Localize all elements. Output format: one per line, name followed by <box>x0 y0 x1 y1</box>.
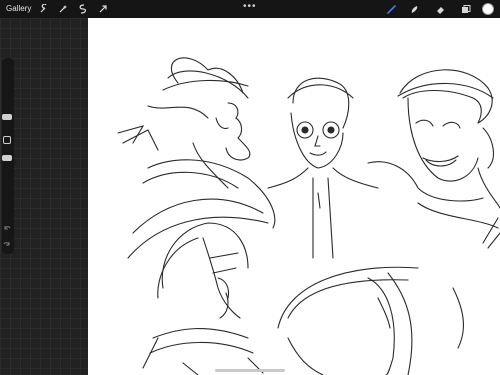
modify-button[interactable] <box>3 136 11 144</box>
opacity-slider[interactable] <box>2 155 12 161</box>
more-options-icon[interactable]: ••• <box>243 1 257 12</box>
eraser-icon[interactable] <box>434 3 446 15</box>
undo-icon[interactable] <box>3 224 11 232</box>
home-indicator <box>215 369 285 372</box>
top-toolbar: Gallery ••• <box>0 0 500 18</box>
drawing-canvas[interactable] <box>88 18 500 375</box>
layers-icon[interactable] <box>459 3 471 15</box>
gallery-button[interactable]: Gallery <box>6 4 31 13</box>
sidebar <box>0 18 88 375</box>
wrench-icon[interactable] <box>38 3 50 15</box>
color-picker-button[interactable] <box>482 3 494 15</box>
smudge-icon[interactable] <box>408 3 420 15</box>
redo-icon[interactable] <box>3 240 11 248</box>
brush-icon[interactable] <box>385 3 397 15</box>
brush-size-slider[interactable] <box>2 114 12 120</box>
selection-icon[interactable] <box>77 3 89 15</box>
sketch-drawing <box>117 57 500 375</box>
magic-wand-icon[interactable] <box>57 3 69 15</box>
transform-arrow-icon[interactable] <box>97 3 109 15</box>
